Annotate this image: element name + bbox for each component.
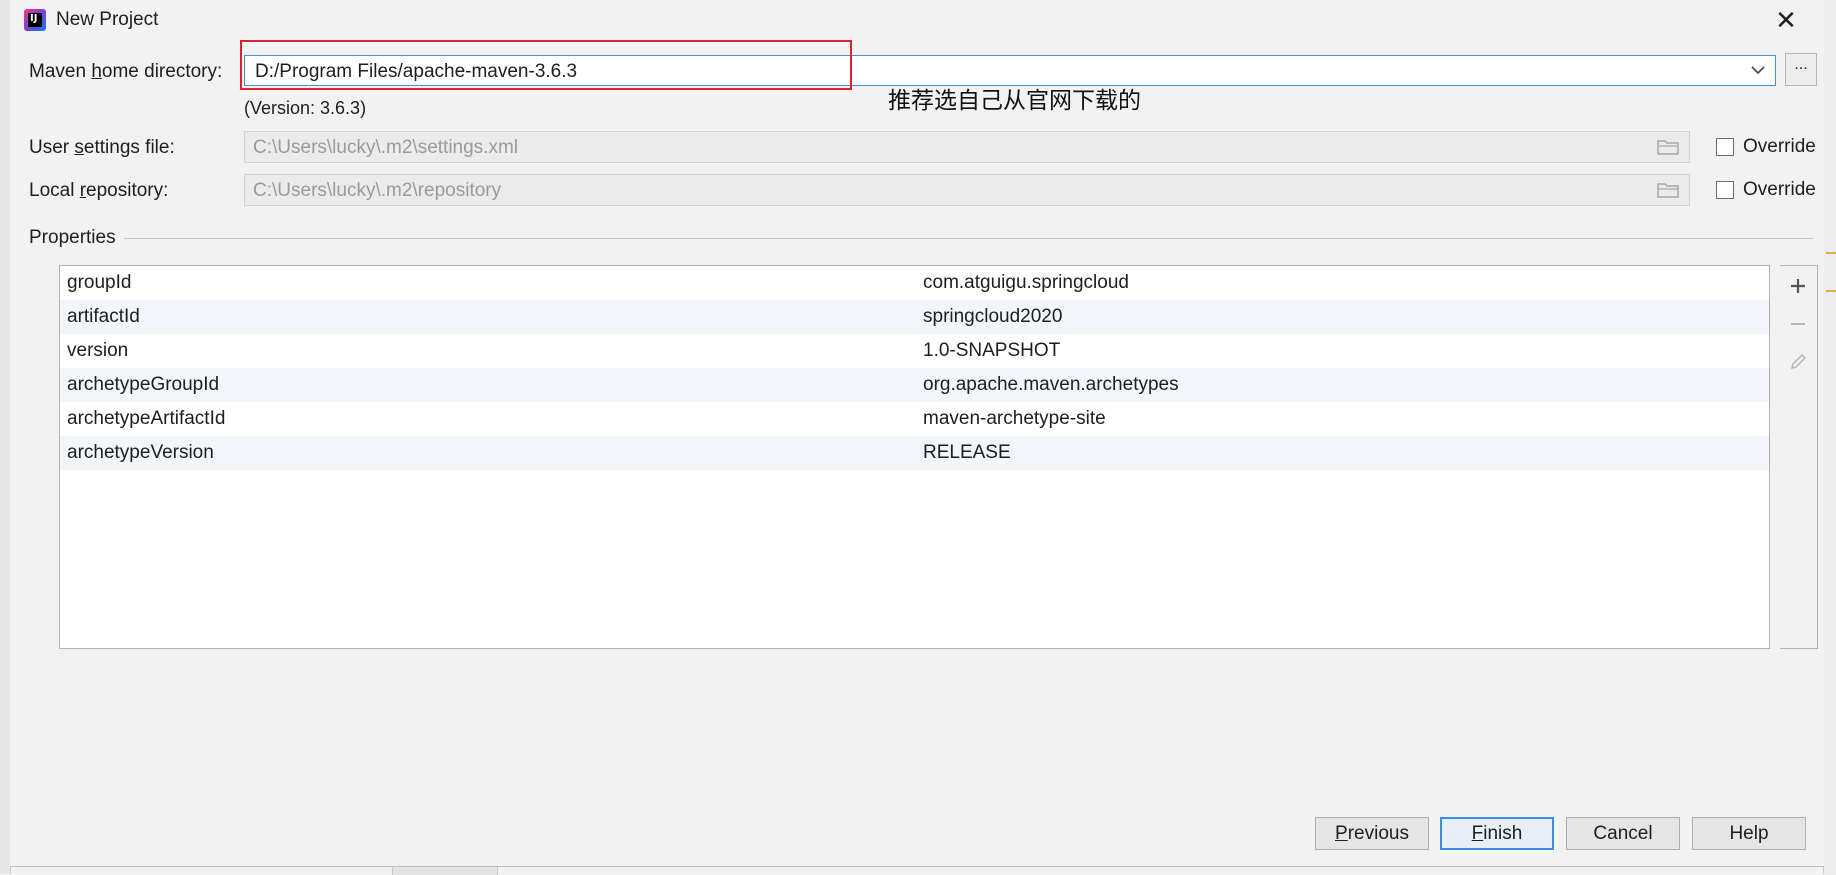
table-row[interactable]: archetypeVersion RELEASE	[60, 436, 1769, 470]
property-key: archetypeArtifactId	[67, 408, 226, 429]
folder-icon	[1657, 183, 1679, 198]
local-repository-field: C:\Users\lucky\.m2\repository	[244, 174, 1690, 206]
override-checkbox[interactable]	[1716, 181, 1734, 199]
property-key: artifactId	[67, 306, 140, 327]
property-value: com.atguigu.springcloud	[923, 272, 1129, 293]
close-icon[interactable]: ✕	[1772, 6, 1800, 34]
override-label: Override	[1743, 179, 1816, 200]
minus-icon[interactable]	[1788, 314, 1808, 334]
cancel-button[interactable]: Cancel	[1566, 817, 1680, 850]
local-repository-value: C:\Users\lucky\.m2\repository	[253, 180, 502, 201]
finish-button[interactable]: Finish	[1440, 817, 1554, 850]
new-project-dialog: IJ New Project ✕ Maven home directory: D…	[10, 0, 1824, 867]
property-value: maven-archetype-site	[923, 408, 1106, 429]
property-value: springcloud2020	[923, 306, 1063, 327]
intellij-idea-icon: IJ	[24, 9, 46, 31]
help-button[interactable]: Help	[1692, 817, 1806, 850]
maven-home-label: Maven home directory:	[29, 61, 223, 82]
table-row[interactable]: archetypeGroupId org.apache.maven.archet…	[60, 368, 1769, 402]
override-label: Override	[1743, 136, 1816, 157]
properties-table: groupId com.atguigu.springcloud artifact…	[59, 265, 1770, 649]
user-settings-field: C:\Users\lucky\.m2\settings.xml	[244, 131, 1690, 163]
override-checkbox[interactable]	[1716, 138, 1734, 156]
property-key: groupId	[67, 272, 132, 293]
folder-icon	[1657, 140, 1679, 155]
user-settings-label: User settings file:	[29, 137, 175, 158]
table-row[interactable]: version 1.0-SNAPSHOT	[60, 334, 1769, 368]
table-row[interactable]: archetypeArtifactId maven-archetype-site	[60, 402, 1769, 436]
property-key: archetypeGroupId	[67, 374, 220, 395]
section-divider	[124, 238, 1814, 239]
title-bar: IJ New Project ✕	[10, 0, 1824, 40]
user-settings-value: C:\Users\lucky\.m2\settings.xml	[253, 137, 518, 158]
maven-home-value: D:/Program Files/apache-maven-3.6.3	[255, 61, 578, 82]
background-ide-right-edge	[1823, 0, 1836, 874]
property-value: RELEASE	[923, 442, 1011, 463]
annotation-text: 推荐选自己从官网下载的	[888, 88, 1141, 114]
plus-icon[interactable]	[1788, 276, 1808, 296]
properties-toolbar	[1780, 265, 1818, 649]
window-title: New Project	[56, 9, 159, 30]
previous-button[interactable]: Previous	[1315, 817, 1429, 850]
property-value: org.apache.maven.archetypes	[923, 374, 1179, 395]
local-repository-label: Local repository:	[29, 180, 169, 201]
maven-version-text: (Version: 3.6.3)	[244, 98, 367, 118]
property-value: 1.0-SNAPSHOT	[923, 340, 1061, 361]
properties-section-title: Properties	[29, 227, 116, 248]
browse-button[interactable]: ...	[1785, 53, 1817, 86]
table-row[interactable]: groupId com.atguigu.springcloud	[60, 266, 1769, 300]
property-key: archetypeVersion	[67, 442, 214, 463]
edit-icon[interactable]	[1788, 352, 1808, 372]
table-row[interactable]: artifactId springcloud2020	[60, 300, 1769, 334]
background-marker	[1826, 252, 1836, 254]
background-marker	[1826, 290, 1836, 292]
property-key: version	[67, 340, 129, 361]
chevron-down-icon[interactable]	[1749, 61, 1767, 79]
